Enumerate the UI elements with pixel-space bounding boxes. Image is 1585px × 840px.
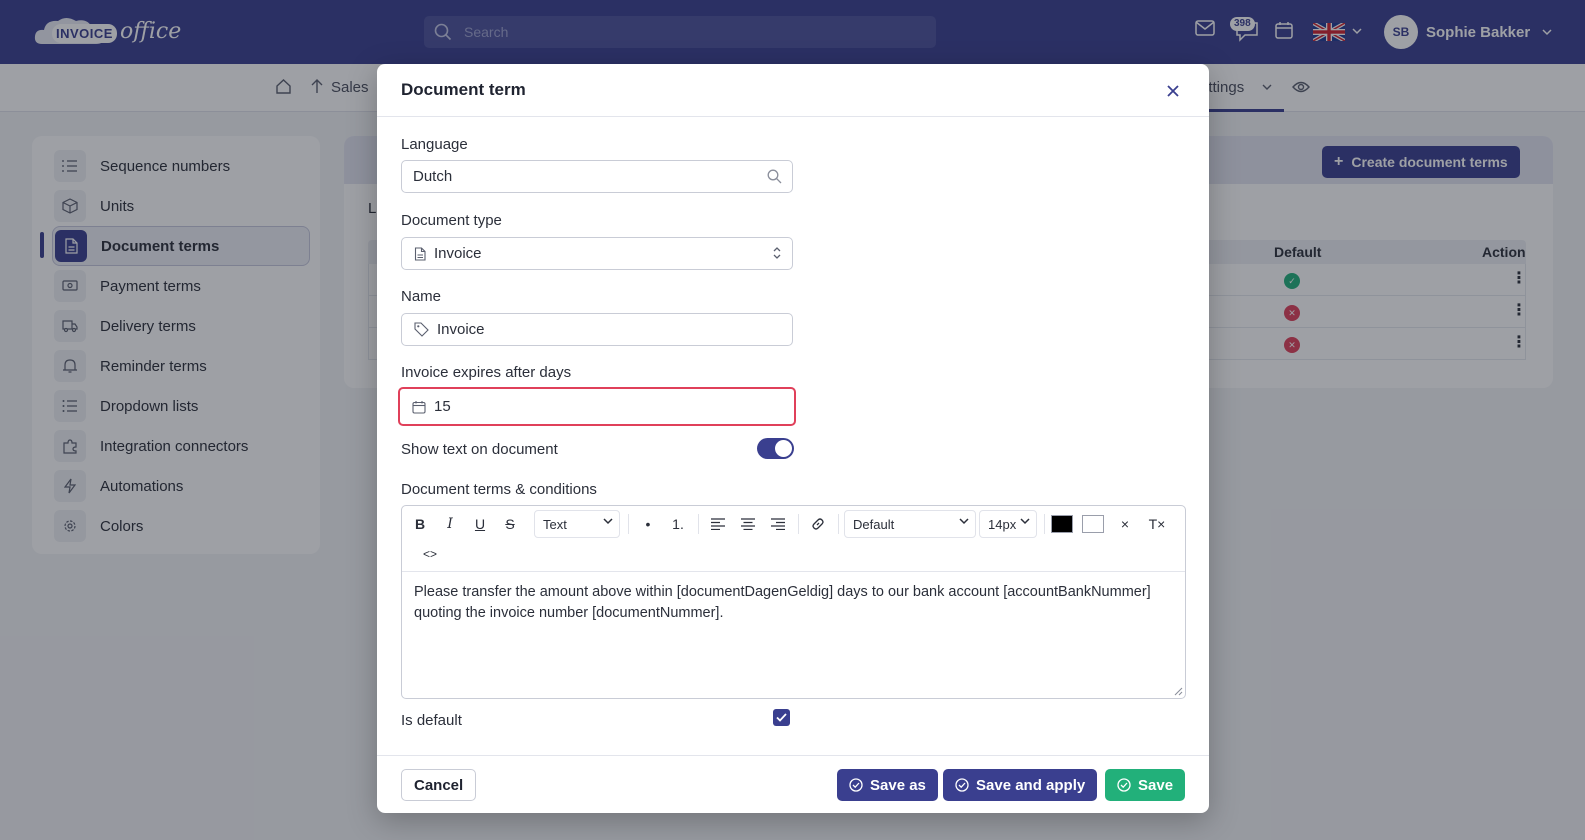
toolbar-divider [798, 514, 799, 534]
language-value: Dutch [413, 168, 453, 185]
dialog-footer: Cancel Save as Save and apply Save [377, 755, 1209, 813]
expires-days-label: Invoice expires after days [401, 364, 572, 381]
cancel-button[interactable]: Cancel [401, 769, 477, 801]
align-left-icon[interactable] [706, 512, 730, 536]
toolbar-divider [1044, 514, 1045, 534]
document-type-label: Document type [401, 212, 502, 229]
font-family-select[interactable]: Default [844, 510, 976, 538]
save-and-apply-button[interactable]: Save and apply [943, 769, 1098, 801]
search-icon [767, 169, 782, 184]
show-text-toggle[interactable] [757, 438, 794, 459]
strikethrough-button[interactable]: S [498, 512, 522, 536]
font-size-value: 14px [988, 516, 1017, 532]
is-default-checkbox[interactable] [773, 709, 790, 726]
italic-button[interactable]: I [438, 512, 462, 536]
bold-button[interactable]: B [408, 512, 432, 536]
block-format-select[interactable]: Text [534, 510, 620, 538]
select-arrows-icon [773, 247, 781, 259]
dialog-title: Document term [401, 80, 526, 99]
check-icon [776, 713, 787, 722]
document-type-value: Invoice [434, 245, 482, 262]
code-view-button[interactable]: <> [418, 542, 442, 566]
block-format-value: Text [543, 516, 567, 532]
save-as-label: Save as [870, 776, 926, 794]
language-label: Language [401, 136, 468, 153]
terms-text-area[interactable]: Please transfer the amount above within … [414, 582, 1174, 624]
save-and-apply-label: Save and apply [976, 776, 1086, 794]
name-field[interactable]: Invoice [401, 313, 793, 346]
editor-toolbar: B I U S Text • 1. Default 14px × T× <> [402, 506, 1185, 572]
background-color-swatch[interactable] [1082, 515, 1104, 533]
font-family-value: Default [853, 516, 895, 532]
language-select[interactable]: Dutch [401, 160, 793, 193]
rich-text-editor: B I U S Text • 1. Default 14px × T× <> P… [401, 505, 1186, 699]
toggle-knob [775, 440, 792, 457]
chevron-down-icon [603, 518, 613, 525]
check-circle-icon [849, 778, 863, 792]
toolbar-divider [838, 514, 839, 534]
toolbar-divider [628, 514, 629, 534]
font-size-select[interactable]: 14px [979, 510, 1037, 538]
align-right-icon[interactable] [766, 512, 790, 536]
toolbar-divider [698, 514, 699, 534]
is-default-label: Is default [401, 712, 462, 729]
save-as-button[interactable]: Save as [837, 769, 938, 801]
chevron-down-icon [959, 518, 969, 525]
remove-color-button[interactable]: × [1114, 512, 1136, 536]
check-circle-icon [1117, 778, 1131, 792]
document-term-dialog: Document term Language Dutch Document ty… [377, 64, 1209, 813]
name-value: Invoice [437, 321, 485, 338]
chevron-down-icon [1020, 518, 1030, 525]
dialog-header: Document term [377, 64, 1209, 117]
name-label: Name [401, 288, 442, 305]
expires-days-value: 15 [434, 398, 451, 415]
tag-icon [414, 322, 429, 337]
save-label: Save [1138, 776, 1174, 794]
numbered-list-button[interactable]: 1. [666, 512, 690, 536]
document-icon [414, 246, 426, 261]
expires-days-field[interactable]: 15 [398, 387, 796, 426]
bullet-list-button[interactable]: • [636, 512, 660, 536]
clear-format-button[interactable]: T× [1142, 512, 1172, 536]
text-color-swatch[interactable] [1051, 515, 1073, 533]
save-button[interactable]: Save [1105, 769, 1186, 801]
close-icon[interactable] [1162, 80, 1184, 102]
show-text-label: Show text on document [401, 441, 558, 458]
document-type-select[interactable]: Invoice [401, 237, 793, 270]
check-circle-icon [955, 778, 969, 792]
terms-label: Document terms & conditions [401, 481, 597, 498]
calendar-icon [412, 400, 426, 414]
resize-handle-icon[interactable] [1173, 686, 1183, 696]
align-center-icon[interactable] [736, 512, 760, 536]
underline-button[interactable]: U [468, 512, 492, 536]
link-icon[interactable] [806, 512, 830, 536]
